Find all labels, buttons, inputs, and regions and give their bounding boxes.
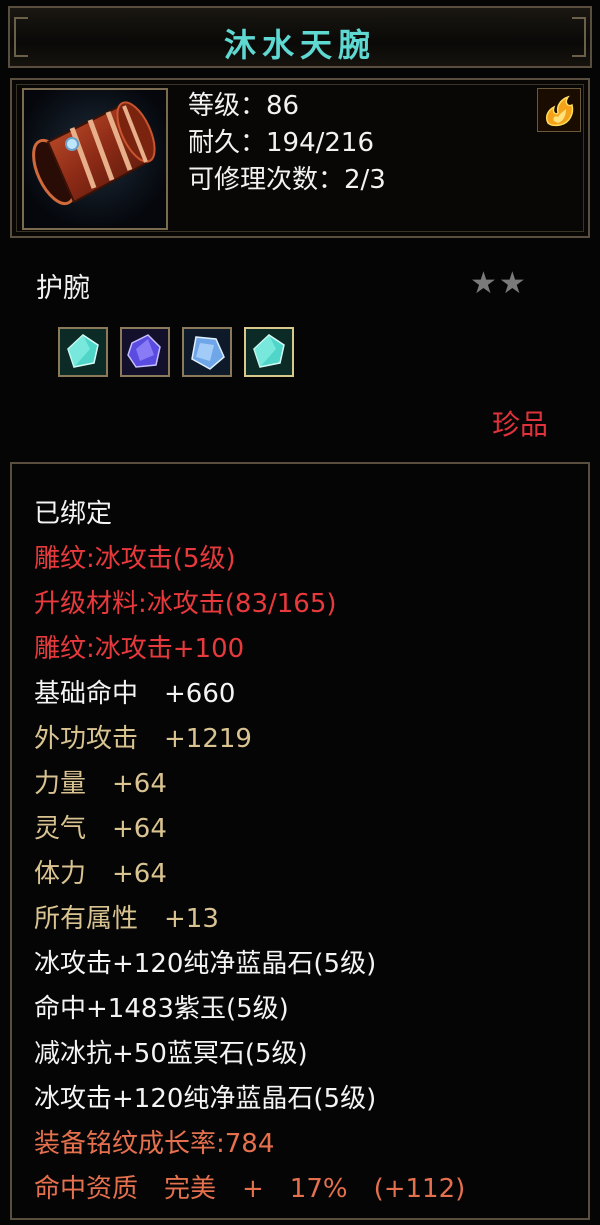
rarity-label: 珍品 [492, 408, 549, 441]
item-level: 等级：86 [188, 91, 300, 121]
attr-line: 命中+1483紫玉(5级) [34, 994, 289, 1024]
attr-line: 力量 +64 [34, 769, 167, 799]
item-durability: 耐久：194/216 [188, 128, 375, 158]
attr-line: 装备铭纹成长率:784 [34, 1129, 275, 1159]
flame-icon [545, 95, 574, 127]
attr-line: 外功攻击 +1219 [34, 724, 252, 754]
title-bar: 沐水天腕 [8, 6, 592, 68]
item-stats: 等级：86 耐久：194/216 可修理次数：2/3 [188, 88, 386, 199]
attr-line: 冰攻击+120纯净蓝晶石(5级) [34, 949, 377, 979]
attr-line: 灵气 +64 [34, 814, 167, 844]
attr-line: 命中资质 完美 + 17% (+112) [34, 1174, 466, 1204]
attr-line: 雕纹:冰攻击+100 [34, 634, 245, 664]
attr-line: 升级材料:冰攻击(83/165) [34, 589, 337, 619]
purple-gem-icon [122, 329, 168, 375]
gem-slot-4[interactable] [244, 327, 294, 377]
item-tooltip: 沐水天腕 等级：86 耐久：194/216 可修理次数：2/3 护腕 ★★ 珍品… [0, 0, 600, 1225]
attr-line: 雕纹:冰攻击(5级) [34, 544, 236, 574]
bracer-icon [32, 101, 156, 206]
flame-badge[interactable] [537, 88, 581, 132]
gem-slot-2[interactable] [120, 327, 170, 377]
attr-line: 所有属性 +13 [34, 904, 219, 934]
attr-line: 减冰抗+50蓝冥石(5级) [34, 1039, 308, 1069]
gem-slot-3[interactable] [182, 327, 232, 377]
item-name: 沐水天腕 [223, 26, 376, 64]
item-type: 护腕 [36, 273, 90, 304]
star-rating: ★★ [470, 266, 528, 301]
gem-slot-1[interactable] [58, 327, 108, 377]
attr-line: 已绑定 [34, 499, 113, 529]
cyan-gem-icon [60, 329, 106, 375]
attr-line: 体力 +64 [34, 859, 167, 889]
cyan-gem-icon [246, 329, 292, 375]
attr-line: 基础命中 +660 [34, 679, 236, 709]
attribute-list: 已绑定 雕纹:冰攻击(5级) 升级材料:冰攻击(83/165) 雕纹:冰攻击+1… [34, 492, 465, 1212]
item-icon-frame[interactable] [22, 88, 168, 230]
item-repairs: 可修理次数：2/3 [188, 165, 386, 195]
attr-line: 冰攻击+120纯净蓝晶石(5级) [34, 1084, 377, 1114]
blue-gem-icon [184, 329, 230, 375]
